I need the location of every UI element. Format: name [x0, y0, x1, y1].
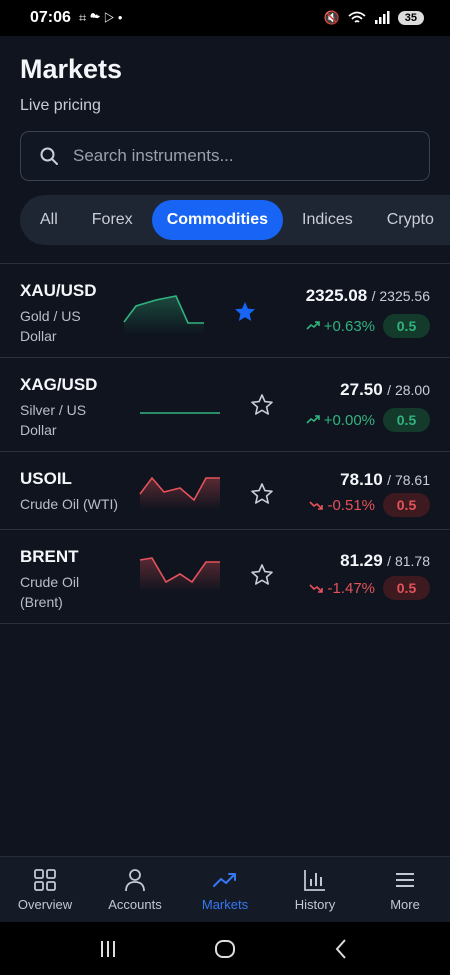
bar-chart-icon: [304, 870, 325, 891]
trend-down-icon: [309, 584, 324, 593]
instrument-name: Crude Oil (WTI): [20, 496, 118, 512]
change-value: +0.00%: [323, 411, 375, 429]
previous-price: / 81.78: [387, 553, 430, 569]
change-value: -1.47%: [327, 579, 375, 597]
sparkline-chart: [139, 476, 220, 510]
nav-markets[interactable]: Markets: [180, 857, 270, 922]
spread-badge: 0.5: [383, 493, 430, 517]
search-box[interactable]: [20, 131, 430, 181]
sparkline-chart: [123, 295, 204, 334]
instrument-symbol: XAG/USD: [20, 375, 98, 394]
previous-price: / 28.00: [387, 382, 430, 398]
price-block: 78.10 / 78.61: [340, 470, 430, 490]
instrument-row-usoil[interactable]: USOIL Crude Oil (WTI) 78.10 / 78.61 -0.5…: [0, 452, 450, 530]
price-block: 27.50 / 28.00: [340, 380, 430, 400]
grid-icon: [34, 869, 56, 891]
tab-forex[interactable]: Forex: [77, 200, 148, 240]
sparkline-chart: [139, 557, 220, 592]
trending-icon: [213, 873, 236, 887]
favorite-star-icon[interactable]: [233, 300, 257, 324]
page-subtitle: Live pricing: [20, 97, 101, 114]
change-percent: +0.63%: [306, 318, 375, 335]
signal-icon: [374, 11, 390, 24]
change-line: +0.00% 0.5: [306, 408, 430, 432]
change-percent: +0.00%: [306, 412, 375, 429]
search-input[interactable]: [73, 146, 393, 166]
price: 81.29: [340, 551, 383, 570]
instrument-list: XAU/USD Gold / US Dollar 2325.08 / 2325.…: [0, 263, 450, 624]
sparkline-chart: [140, 412, 220, 414]
instrument-symbol: BRENT: [20, 547, 79, 566]
trend-up-icon: [306, 321, 320, 330]
status-time: 07:06: [30, 9, 71, 26]
change-value: +0.63%: [323, 317, 375, 335]
spread-badge: 0.5: [383, 576, 430, 600]
wifi-icon: [348, 11, 366, 23]
change-percent: -1.47%: [309, 580, 375, 597]
nav-label: More: [390, 897, 420, 912]
previous-price: / 78.61: [387, 472, 430, 488]
spread-badge: 0.5: [383, 408, 430, 432]
user-icon: [125, 869, 145, 892]
previous-price: / 2325.56: [371, 288, 430, 304]
change-percent: -0.51%: [309, 497, 375, 514]
change-value: -0.51%: [327, 496, 375, 514]
menu-icon: [396, 873, 414, 887]
instrument-name: Silver / US Dollar: [20, 402, 87, 438]
nav-more[interactable]: More: [360, 857, 450, 922]
price-block: 2325.08 / 2325.56: [306, 286, 430, 306]
nav-accounts[interactable]: Accounts: [90, 857, 180, 922]
change-line: +0.63% 0.5: [306, 314, 430, 338]
instrument-symbol: XAU/USD: [20, 281, 97, 300]
spread-badge: 0.5: [383, 314, 430, 338]
trend-up-icon: [306, 415, 320, 424]
price: 2325.08: [305, 286, 368, 305]
tab-crypto[interactable]: Crypto: [372, 200, 449, 240]
nav-overview[interactable]: Overview: [0, 857, 90, 922]
mute-icon: 🔇: [323, 10, 340, 25]
notification-icons: ⌗ ☁ ▷ •: [78, 10, 123, 25]
page-header: Markets Live pricing: [20, 54, 122, 115]
price: 27.50: [340, 380, 383, 399]
favorite-star-icon[interactable]: [250, 482, 274, 506]
recent-apps-icon[interactable]: [96, 937, 120, 961]
price: 78.10: [340, 470, 383, 489]
instrument-name: Gold / US Dollar: [20, 308, 81, 344]
change-line: -1.47% 0.5: [309, 576, 430, 600]
nav-history[interactable]: History: [270, 857, 360, 922]
back-icon[interactable]: [330, 937, 354, 961]
nav-label: Markets: [201, 897, 249, 912]
battery-indicator: 35: [397, 11, 424, 25]
favorite-star-icon[interactable]: [250, 393, 274, 417]
nav-label: Accounts: [108, 897, 162, 912]
home-icon[interactable]: [213, 937, 237, 961]
trend-down-icon: [309, 501, 324, 510]
change-line: -0.51% 0.5: [309, 493, 430, 517]
page-title: Markets: [20, 54, 123, 84]
tab-commodities[interactable]: Commodities: [151, 200, 284, 240]
nav-label: History: [294, 897, 336, 912]
price-block: 81.29 / 81.78: [340, 551, 430, 571]
instrument-row-brent[interactable]: BRENT Crude Oil (Brent) 81.29 / 81.78 -1…: [0, 530, 450, 624]
favorite-star-icon[interactable]: [250, 563, 274, 587]
tab-indices[interactable]: Indices: [287, 200, 368, 240]
search-icon: [40, 147, 58, 165]
bottom-nav: Overview Accounts Markets History More: [0, 856, 450, 922]
nav-label: Overview: [17, 897, 73, 912]
instrument-row-xagusd[interactable]: XAG/USD Silver / US Dollar 27.50 / 28.00…: [0, 358, 450, 452]
category-tabs: All Forex Commodities Indices Crypto: [20, 195, 450, 245]
instrument-name: Crude Oil (Brent): [20, 574, 80, 610]
instrument-row-xauusd[interactable]: XAU/USD Gold / US Dollar 2325.08 / 2325.…: [0, 264, 450, 358]
tab-all[interactable]: All: [25, 200, 73, 240]
system-nav-bar: [0, 922, 450, 975]
instrument-symbol: USOIL: [20, 469, 72, 488]
status-bar: 07:06 ⌗ ☁ ▷ • 🔇 35: [0, 0, 450, 36]
